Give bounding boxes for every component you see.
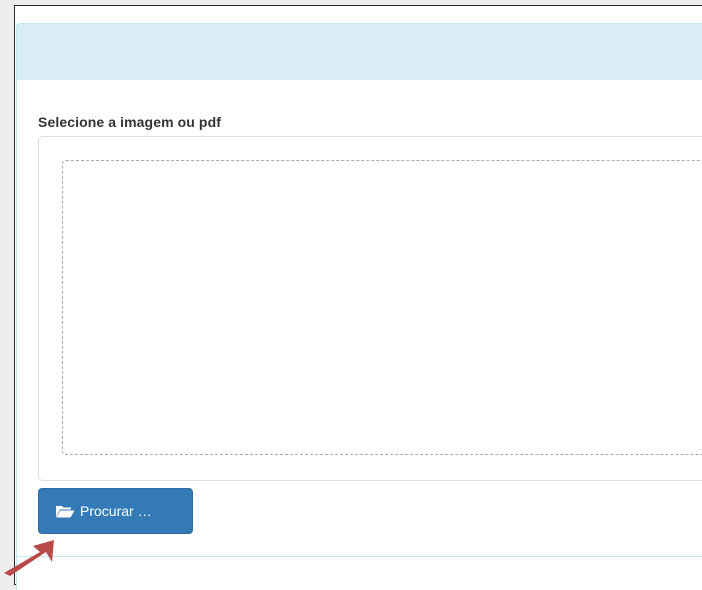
browse-button-label: Procurar … bbox=[80, 503, 152, 519]
panel-heading bbox=[16, 23, 702, 81]
file-preview-frame bbox=[38, 136, 702, 481]
folder-open-icon bbox=[55, 504, 75, 518]
browse-button[interactable]: Procurar … bbox=[38, 488, 193, 534]
panel-footer-border bbox=[16, 556, 702, 557]
file-drop-zone[interactable] bbox=[62, 160, 702, 455]
file-input-label: Selecione a imagem ou pdf bbox=[38, 114, 221, 130]
annotation-arrow-icon bbox=[4, 540, 54, 576]
